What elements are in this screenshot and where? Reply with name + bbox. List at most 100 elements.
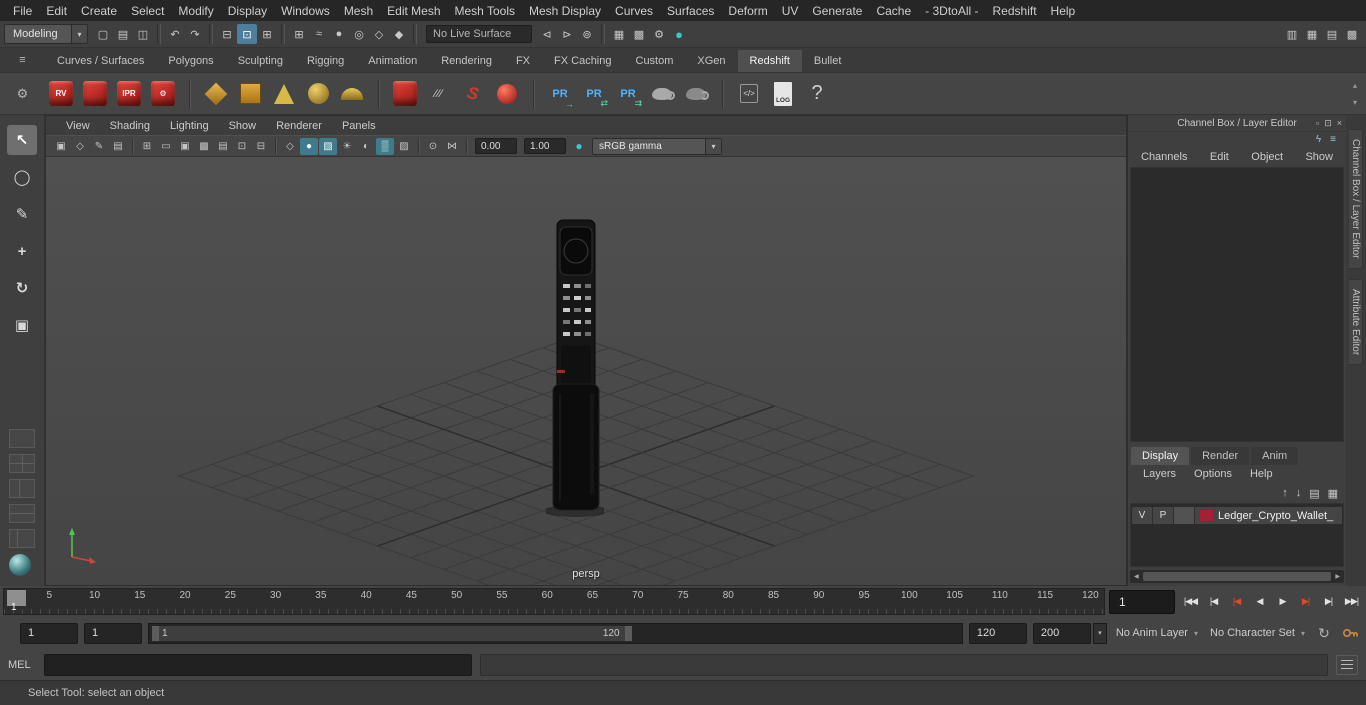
channel-box-titlebar[interactable]: Channel Box / Layer Editor ▫ ⊡ × <box>1128 115 1346 132</box>
create-layer-from-selected-icon[interactable]: ▦ <box>1328 487 1338 500</box>
shelf-tab-curves-surfaces[interactable]: Curves / Surfaces <box>45 50 157 72</box>
vp-menu-lighting[interactable]: Lighting <box>160 120 219 132</box>
layer-menu-options[interactable]: Options <box>1185 468 1241 480</box>
render-frame-icon[interactable]: ▦ <box>609 24 629 44</box>
layer-list-hscrollbar[interactable] <box>1130 570 1344 583</box>
snap-view-plane-icon[interactable]: ◇ <box>369 24 389 44</box>
color-management-icon[interactable]: ● <box>669 24 689 44</box>
toolbox-toggle-icon[interactable]: ▤ <box>1322 24 1342 44</box>
script-editor-icon[interactable] <box>1336 654 1358 675</box>
rs-material-blend-icon[interactable] <box>680 77 712 111</box>
construction-history-icon[interactable]: ⊚ <box>577 24 597 44</box>
channel-box-empty-area[interactable] <box>1130 167 1344 442</box>
live-surface-field[interactable]: No Live Surface <box>426 25 532 43</box>
current-frame-field[interactable]: 1 <box>1109 589 1175 614</box>
pin-icon[interactable]: ▫ <box>1316 118 1319 128</box>
rs-render-icon[interactable] <box>79 77 111 111</box>
field-chart-icon[interactable]: ▤ <box>214 138 232 155</box>
step-back-frame-button[interactable]: |◀ <box>1202 590 1225 614</box>
undo-icon[interactable]: ↶ <box>165 24 185 44</box>
popout-icon[interactable]: ⊡ <box>1324 118 1332 129</box>
layer-menu-layers[interactable]: Layers <box>1134 468 1185 480</box>
menu-generate[interactable]: Generate <box>805 1 869 21</box>
menu-edit-mesh[interactable]: Edit Mesh <box>380 1 447 21</box>
go-to-start-button[interactable]: |◀◀ <box>1179 590 1202 614</box>
move-tool[interactable]: + <box>7 236 37 266</box>
layer-playback-toggle[interactable]: P <box>1153 507 1174 524</box>
select-tool[interactable]: ↖ <box>7 125 37 155</box>
snap-surface-icon[interactable]: ◆ <box>389 24 409 44</box>
layout-shortcuts-ball[interactable] <box>9 554 31 576</box>
new-scene-icon[interactable]: ▢ <box>93 24 113 44</box>
select-object-icon[interactable]: ⊡ <box>237 24 257 44</box>
resolution-gate-icon[interactable]: ▣ <box>176 138 194 155</box>
shelf-options-gear-icon[interactable]: ⚙ <box>0 86 45 102</box>
menu-3dtoall[interactable]: - 3DtoAll - <box>918 1 985 21</box>
rs-proxy-export-icon[interactable] <box>234 77 266 111</box>
layer-tab-anim[interactable]: Anim <box>1251 447 1299 465</box>
snap-curve-icon[interactable]: ≈ <box>309 24 329 44</box>
menu-display[interactable]: Display <box>221 1 274 21</box>
rs-material-icon[interactable] <box>646 77 678 111</box>
lock-camera-icon[interactable]: ◇ <box>71 138 89 155</box>
animation-start-field[interactable]: 1 <box>20 622 78 644</box>
isolate-select-icon[interactable]: ⊙ <box>424 138 442 155</box>
rs-help-icon[interactable]: ? <box>801 77 833 111</box>
shelf-tab-polygons[interactable]: Polygons <box>156 50 226 72</box>
menu-mesh-tools[interactable]: Mesh Tools <box>448 1 522 21</box>
move-layer-down-icon[interactable]: ↓ <box>1296 487 1302 499</box>
range-slider-track[interactable]: 1 120 <box>148 622 963 644</box>
menu-redshift[interactable]: Redshift <box>986 1 1044 21</box>
menu-curves[interactable]: Curves <box>608 1 660 21</box>
layer-name[interactable]: Ledger_Crypto_Wallet_ <box>1218 510 1342 522</box>
display-speed-icon[interactable]: ϟ <box>1316 134 1321 145</box>
select-hierarchy-icon[interactable]: ⊟ <box>217 24 237 44</box>
hscrollbar-thumb[interactable] <box>1142 572 1332 581</box>
vp-menu-renderer[interactable]: Renderer <box>266 120 332 132</box>
shelf-tab-xgen[interactable]: XGen <box>685 50 738 72</box>
camera-attributes-icon[interactable]: ✎ <box>90 138 108 155</box>
rs-ipr-icon[interactable]: IPR <box>113 77 145 111</box>
shelf-tab-bullet[interactable]: Bullet <box>801 50 854 72</box>
rs-proxy-update-icon[interactable]: PR ⇉ <box>612 77 644 111</box>
layer-display-type-cell[interactable] <box>1174 507 1195 524</box>
vp-menu-shading[interactable]: Shading <box>100 120 160 132</box>
menu-select[interactable]: Select <box>124 1 171 21</box>
shelf-tab-rigging[interactable]: Rigging <box>294 50 357 72</box>
character-set-select[interactable]: No Character Set <box>1207 627 1308 639</box>
lasso-select-tool[interactable]: ◯ <box>7 162 37 192</box>
rs-proxy-open-icon[interactable]: PR → <box>544 77 576 111</box>
menu-deform[interactable]: Deform <box>721 1 774 21</box>
rs-object-set-icon[interactable] <box>389 77 421 111</box>
3d-model-ledger-wallet[interactable] <box>543 218 609 518</box>
menu-file[interactable]: File <box>6 1 39 21</box>
create-empty-layer-icon[interactable]: ▤ <box>1309 487 1319 500</box>
layer-visibility-toggle[interactable]: V <box>1132 507 1153 524</box>
rs-proxy-exchange-icon[interactable]: PR ⇄ <box>578 77 610 111</box>
timeline-track[interactable]: 5 10 15 20 25 30 35 40 45 50 55 60 65 70 75 80 85 90 95 100… <box>3 588 1105 615</box>
shelf-tab-redshift[interactable]: Redshift <box>737 50 802 72</box>
textured-icon[interactable]: ▧ <box>319 137 337 155</box>
select-camera-icon[interactable]: ▣ <box>52 138 70 155</box>
gamma-field[interactable]: 1.00 <box>524 138 566 154</box>
command-line-input[interactable] <box>44 653 472 676</box>
two-pane-side-layout-button[interactable] <box>9 479 35 498</box>
go-to-end-button[interactable]: ▶▶| <box>1340 590 1363 614</box>
menu-help[interactable]: Help <box>1044 1 1083 21</box>
gate-mask-icon[interactable]: ▩ <box>195 138 213 155</box>
bookmarks-icon[interactable]: ▤ <box>109 138 127 155</box>
auto-keyframe-icon[interactable] <box>1340 623 1360 643</box>
playback-start-field[interactable]: 1 <box>84 622 142 644</box>
snap-point-icon[interactable]: ● <box>329 24 349 44</box>
outliner-persp-layout-button[interactable] <box>9 529 35 548</box>
ambient-occlusion-icon[interactable]: ▒ <box>376 137 394 155</box>
snap-grid-icon[interactable]: ⊞ <box>289 24 309 44</box>
menu-modify[interactable]: Modify <box>171 1 220 21</box>
cb-menu-edit[interactable]: Edit <box>1210 151 1229 163</box>
rs-sphere-icon[interactable] <box>491 77 523 111</box>
grid-toggle-icon[interactable]: ⊞ <box>138 138 156 155</box>
playback-end-field[interactable]: 120 <box>968 622 1027 644</box>
layer-tab-render[interactable]: Render <box>1191 447 1250 465</box>
channel-settings-icon[interactable]: ≡ <box>1330 134 1336 145</box>
rs-proxy-icon[interactable] <box>200 77 232 111</box>
